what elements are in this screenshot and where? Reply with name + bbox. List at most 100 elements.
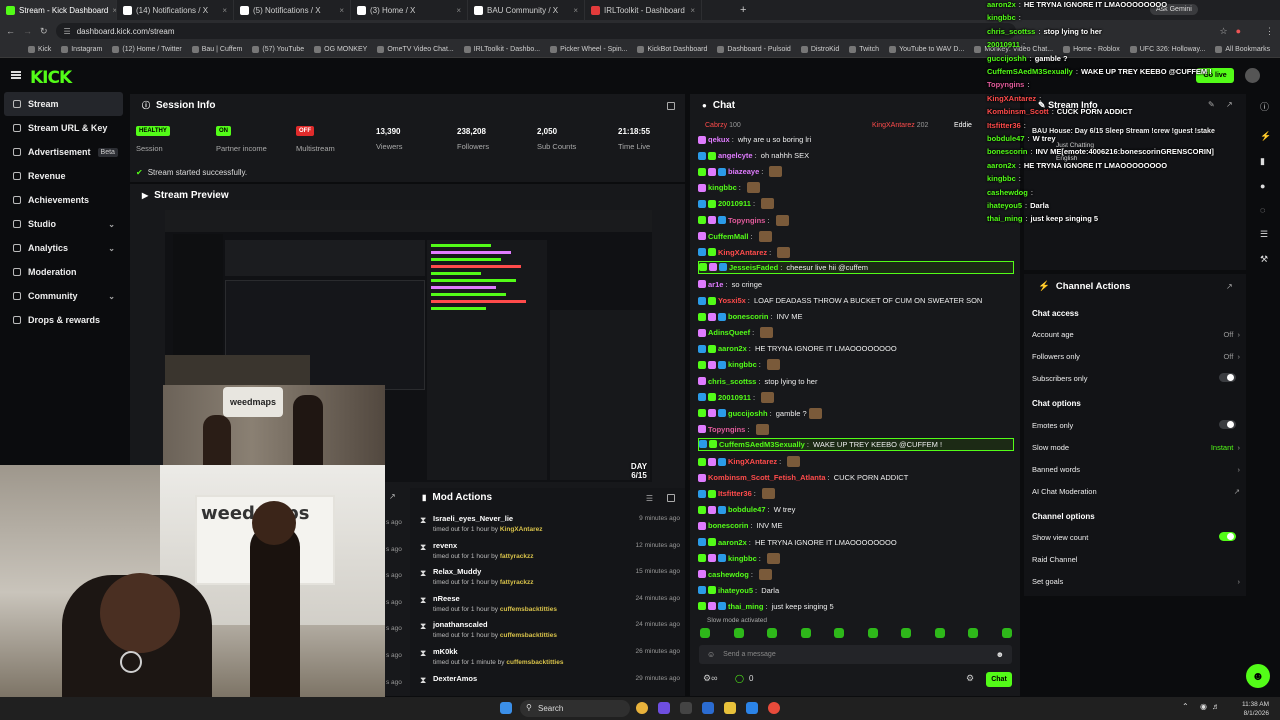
quick-emote-icon[interactable] [934,628,945,638]
new-tab-button[interactable]: + [740,4,746,16]
chat-message[interactable]: aaron2x: HE TRYNA IGNORE IT LMAOOOOOOOO [698,341,1016,356]
chat-message[interactable]: angelcyte: oh nahhh SEX [698,148,1016,163]
chat-username[interactable]: CuffemSAedM3Sexually [719,440,805,449]
wifi-icon[interactable]: ◉ [1200,702,1207,711]
chat-settings-icon[interactable]: ⚙ [966,673,974,684]
app-icon[interactable] [680,702,692,714]
chat-username[interactable]: Kombinsm_Scott_Fetish_Atlanta [708,473,826,482]
chat-message[interactable]: cashewdog: [698,567,1016,582]
quick-emote-icon[interactable] [767,628,778,638]
filter-icon[interactable]: ☰ [646,494,653,503]
mod-action-row[interactable]: ⧗ Israeli_eyes_Never_lie timed out for 1 h… [420,512,682,538]
back-icon[interactable]: ← [6,26,15,36]
chat-pinned-user[interactable]: Cabrzy 100 [705,122,741,129]
bookmark-item[interactable]: Picker Wheel - Spin... [550,46,627,53]
chat-message[interactable]: chris_scottss: stop lying to her [698,374,1016,389]
popout-icon[interactable] [667,102,675,110]
avatar[interactable] [1245,68,1260,83]
app-icon[interactable] [702,702,714,714]
chat-message[interactable]: CuffemSAedM3Sexually: WAKE UP TREY KEEBO… [698,437,1014,451]
channel-points[interactable]: ◯ 0 [735,674,753,683]
tab-close-icon[interactable]: × [456,6,461,15]
sidebar-item-analytics[interactable]: Analytics ⌄ [0,236,127,260]
tab-close-icon[interactable]: × [339,6,344,15]
bookmark-item[interactable]: All Bookmarks [1215,46,1270,53]
sidebar-item-stream[interactable]: Stream [4,92,123,116]
chat-message[interactable]: Itsfitter36: [698,486,1016,501]
shield-icon[interactable]: ▮ [1260,156,1278,167]
sidebar-item-moderation[interactable]: Moderation [0,260,127,284]
sidebar-item-stream-url-key[interactable]: Stream URL & Key [0,116,127,140]
mod-action-row[interactable]: ⧗ nReese timed out for 1 hour by cuffemsba… [420,592,682,618]
chat-username[interactable]: 20010911 [718,199,751,208]
browser-tab[interactable]: Stream - Kick Dashboard × [0,0,117,20]
taskbar-clock[interactable]: 11:38 AM 8/1/2026 [1242,700,1269,718]
mod-action-row[interactable]: ⧗ revenx timed out for 1 hour by fattyrack… [420,539,682,565]
chat-message[interactable]: Kombinsm_Scott_Fetish_Atlanta: CUCK PORN… [698,470,1016,485]
app-icon[interactable] [658,702,670,714]
mod-action-row[interactable]: ⧗ DexterAmos 29 minutes ago [420,672,682,698]
popout-icon[interactable]: ↗ [389,492,396,501]
sidebar-item-community[interactable]: Community ⌄ [0,284,127,308]
chat-message[interactable]: bonescorin: INV ME [698,309,1016,324]
quick-emote-icon[interactable] [800,628,811,638]
chat-message[interactable]: 20010911: [698,196,1016,211]
banned-words-setting[interactable]: Banned words › [1032,465,1240,474]
chat-username[interactable]: KingXAntarez [718,248,767,257]
subscribers-only-toggle[interactable] [1219,373,1236,382]
chat-username[interactable]: kingbbc [708,183,737,192]
chat-username[interactable]: 20010911 [718,393,751,402]
toggle-icon[interactable]: ◌ [1260,205,1278,215]
browser-tab[interactable]: (3) Home / X × [351,0,468,20]
edit-icon[interactable]: ✎ [1208,100,1215,109]
tab-close-icon[interactable]: × [690,6,695,15]
chat-username[interactable]: biazeaye [728,167,759,176]
chat-message[interactable]: biazeaye: [698,164,1016,179]
chat-message[interactable]: Yosxi5x: LOAF DEADASS THROW A BUCKET OF … [698,293,1016,308]
sidebar-item-studio[interactable]: Studio ⌄ [0,212,127,236]
chat-message[interactable]: ihateyou5: Darla [698,583,1016,598]
chat-message[interactable]: 20010911: [698,390,1016,405]
list-icon[interactable]: ☰ [1260,229,1278,240]
chat-username[interactable]: thai_ming [728,602,763,611]
chat-message[interactable]: JesseisFaded: cheesur live hii @cuffem [698,260,1014,274]
chat-username[interactable]: aaron2x [718,344,747,353]
chat-message[interactable]: CuffemMall: [698,229,1016,244]
bookmark-star-icon[interactable]: ☆ [1220,26,1228,37]
chat-username[interactable]: kingbbc [728,554,757,563]
emotes-only-toggle[interactable] [1219,420,1236,429]
chat-username[interactable]: ihateyou5 [718,586,753,595]
chat-username[interactable]: Yosxi5x [718,296,746,305]
bookmark-item[interactable]: (12) Home / Twitter [112,46,182,53]
chat-message[interactable]: KingXAntarez: [698,454,1016,469]
chat-username[interactable]: cashewdog [708,570,749,579]
chat-message[interactable]: kingbbc: [698,551,1016,566]
bookmark-item[interactable]: Instagram [61,46,102,53]
chat-username[interactable]: CuffemMall [708,232,748,241]
windows-start-icon[interactable] [500,702,512,714]
bookmark-item[interactable]: OG MONKEY [314,46,367,53]
slow-mode-setting[interactable]: Slow mode Instant › [1032,443,1240,452]
bookmark-item[interactable]: Twitch [849,46,879,53]
forward-icon[interactable]: → [23,26,32,36]
chat-username[interactable]: bobdule47 [728,505,766,514]
settings-link-icon[interactable]: ⚙∞ [703,673,717,684]
quick-emote-icon[interactable] [968,628,979,638]
chat-username[interactable]: JesseisFaded [729,263,778,272]
quick-emote-icon[interactable] [700,628,710,638]
quick-emote-icon[interactable] [834,628,845,638]
chat-icon[interactable]: ● [1260,181,1278,191]
chrome-icon[interactable] [768,702,780,714]
chat-username[interactable]: aaron2x [718,538,747,547]
ai-moderation-setting[interactable]: AI Chat Moderation ↗ [1032,487,1240,496]
quick-emote-icon[interactable] [733,628,744,638]
chat-pinned-gifter[interactable]: Eddie [954,122,972,129]
emote-picker-icon[interactable]: ☺ [707,650,715,659]
sidebar-item-drops-rewards[interactable]: Drops & rewards [0,308,127,332]
browser-tab[interactable]: (14) Notifications / X × [117,0,234,20]
chat-username[interactable]: Itsfitter36 [718,489,752,498]
chat-message[interactable]: AdinsQueef: [698,325,1016,340]
show-view-count-toggle[interactable] [1219,532,1236,541]
chat-message[interactable]: guccijoshh: gamble ? [698,406,1016,421]
chat-message[interactable]: Topyngins: [698,213,1016,228]
